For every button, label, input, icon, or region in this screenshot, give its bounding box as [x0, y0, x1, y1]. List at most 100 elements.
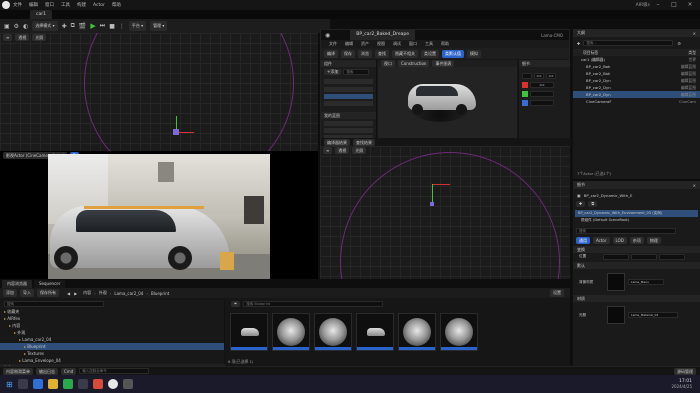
- outliner-search-input[interactable]: 搜索...: [583, 40, 674, 46]
- color-g-field[interactable]: 0.0: [534, 73, 544, 79]
- cb-add-button[interactable]: 添加: [3, 289, 17, 297]
- cb-save-all-button[interactable]: 保存所有: [37, 289, 59, 297]
- unreal-logo-icon[interactable]: [2, 1, 10, 9]
- bp-construction-tab[interactable]: Construction: [398, 60, 430, 67]
- windows-start-icon[interactable]: ⊞: [6, 380, 13, 389]
- breadcrumb-item[interactable]: Blueprint: [151, 291, 169, 296]
- bp-save-button[interactable]: 保存: [341, 49, 355, 58]
- class-settings-button[interactable]: 类设置: [421, 49, 439, 58]
- menu-help[interactable]: 帮助: [112, 2, 121, 8]
- location-y-field[interactable]: [631, 253, 657, 260]
- outliner-close-icon[interactable]: ×: [693, 31, 696, 36]
- material-asset-select[interactable]: Lama_Manu: [628, 279, 664, 285]
- viewport2-perspective-button[interactable]: 透视: [335, 147, 350, 154]
- sequencer-tab[interactable]: Sequencer: [34, 280, 66, 288]
- class-defaults-button[interactable]: 类默认值: [442, 49, 464, 58]
- mode-select[interactable]: 选择模式 ▾: [32, 21, 58, 31]
- play-icon[interactable]: ▶: [90, 22, 95, 30]
- tree-folder-row[interactable]: ▸ 外观: [0, 329, 224, 336]
- cb-back-icon[interactable]: ◀: [67, 291, 70, 296]
- cb-import-button[interactable]: 导入: [20, 289, 34, 297]
- simulate-button[interactable]: 模拟: [467, 49, 481, 58]
- console-command-input[interactable]: 输入控制台命令: [79, 368, 150, 374]
- outliner-row[interactable]: BP_car2_Bak 编辑蓝图: [573, 70, 700, 77]
- outliner-add-icon[interactable]: ✚: [577, 41, 580, 46]
- outliner-row[interactable]: BP_car2_Bak 编辑蓝图: [573, 63, 700, 70]
- taskbar-clock[interactable]: 17:01 2024/4/25: [671, 379, 692, 389]
- blueprint-tab2[interactable]: Lama-CMO: [541, 33, 563, 38]
- platform-select[interactable]: 平台 ▾: [128, 21, 147, 31]
- maximize-icon[interactable]: □: [668, 1, 680, 9]
- details-blueprint-button[interactable]: ⧉: [588, 201, 598, 207]
- viewport2-menu-icon[interactable]: ≡: [323, 147, 333, 154]
- menu-tools[interactable]: 工具: [61, 2, 70, 8]
- material-thumbnail[interactable]: [607, 273, 625, 291]
- bp-viewport-tab[interactable]: 视口: [381, 60, 395, 67]
- details-tab-actor[interactable]: Actor: [593, 237, 610, 244]
- asset-tile[interactable]: [356, 313, 394, 351]
- component-row[interactable]: [324, 79, 373, 84]
- compiler-results-tab[interactable]: 编译器结果: [324, 138, 350, 146]
- level-tab[interactable]: car1: [30, 10, 52, 19]
- section-default[interactable]: 默认: [573, 262, 700, 269]
- component-row[interactable]: [324, 87, 373, 92]
- value-field[interactable]: [530, 100, 554, 106]
- value-field[interactable]: [530, 91, 554, 97]
- menu-edit[interactable]: 编辑: [29, 2, 38, 8]
- stop-icon[interactable]: ■: [109, 23, 115, 30]
- value-field[interactable]: 0.0: [530, 82, 554, 88]
- details-tab-general[interactable]: 通用: [576, 237, 590, 244]
- cmd-select[interactable]: Cmd: [61, 367, 77, 375]
- viewport-top[interactable]: ≡ 透视 光照: [0, 33, 318, 151]
- details-search-input[interactable]: 搜索: [576, 228, 676, 234]
- menu-build[interactable]: 构建: [77, 2, 86, 8]
- bp-menu-window[interactable]: 窗口: [409, 41, 417, 47]
- component-row[interactable]: [324, 94, 373, 99]
- function-row[interactable]: [324, 121, 373, 126]
- settings-icon[interactable]: ⚙: [14, 23, 19, 30]
- viewport-perspective-button[interactable]: 透视: [15, 34, 30, 41]
- cb-filter-icon[interactable]: ⏷: [231, 301, 241, 307]
- section-transform[interactable]: 变换: [573, 246, 700, 253]
- app-icon[interactable]: [122, 379, 133, 389]
- bp-menu-edit[interactable]: 编辑: [345, 41, 353, 47]
- color-b-field[interactable]: 0.0: [546, 73, 556, 79]
- chrome-icon[interactable]: [92, 379, 103, 389]
- add-component-button[interactable]: +添加: [324, 69, 342, 75]
- app-icon[interactable]: [77, 379, 88, 389]
- edge-icon[interactable]: [32, 379, 43, 389]
- asset-tile[interactable]: [398, 313, 436, 351]
- tree-folder-row[interactable]: ▸ 内容: [0, 322, 224, 329]
- menu-file[interactable]: 文件: [13, 2, 22, 8]
- outliner-row[interactable]: BP_car2_Dyn 编辑蓝图: [573, 91, 700, 98]
- details-actor-name[interactable]: BP_car2_Dynamic_With_E: [584, 193, 668, 198]
- mode-icon[interactable]: ◐: [23, 23, 28, 30]
- cinematics-icon[interactable]: 🎬: [79, 23, 86, 30]
- hide-unrelated-button[interactable]: 隐藏不相关: [392, 49, 418, 58]
- details-close-icon[interactable]: ×: [693, 183, 696, 188]
- location-z-field[interactable]: [659, 253, 685, 260]
- components-search-input[interactable]: 搜索: [343, 69, 370, 75]
- asset-tile[interactable]: [440, 313, 478, 351]
- unreal-engine-icon[interactable]: [107, 379, 118, 389]
- save-icon[interactable]: ▣: [4, 23, 10, 30]
- tree-folder-row[interactable]: ▸ Lama_Envelope_04: [0, 357, 224, 364]
- details-tab-lod[interactable]: LOD: [612, 237, 627, 244]
- asset-tile[interactable]: [314, 313, 352, 351]
- breadcrumb-item[interactable]: 内容: [83, 290, 91, 296]
- cb-asset-search-input[interactable]: 搜索 Blueprint: [243, 301, 384, 307]
- details-tab-misc[interactable]: 杂项: [629, 237, 644, 244]
- location-x-field[interactable]: [603, 253, 629, 260]
- outliner-settings-icon[interactable]: ⚙: [677, 41, 681, 46]
- cb-settings-button[interactable]: 设置: [550, 289, 564, 297]
- browse-button[interactable]: 浏览: [358, 49, 372, 58]
- manage-select[interactable]: 管理 ▾: [150, 21, 168, 31]
- compile-button[interactable]: 编译: [324, 49, 338, 58]
- more-icon[interactable]: ⋮: [119, 23, 125, 30]
- minimize-icon[interactable]: –: [652, 1, 664, 9]
- add-actor-icon[interactable]: ✚: [62, 23, 67, 30]
- tree-folder-row[interactable]: ▸ Blueprint: [0, 343, 224, 350]
- menu-window[interactable]: 窗口: [45, 2, 54, 8]
- bp-event-graph-tab[interactable]: 事件图表: [432, 60, 455, 67]
- material2-thumbnail[interactable]: [607, 306, 625, 324]
